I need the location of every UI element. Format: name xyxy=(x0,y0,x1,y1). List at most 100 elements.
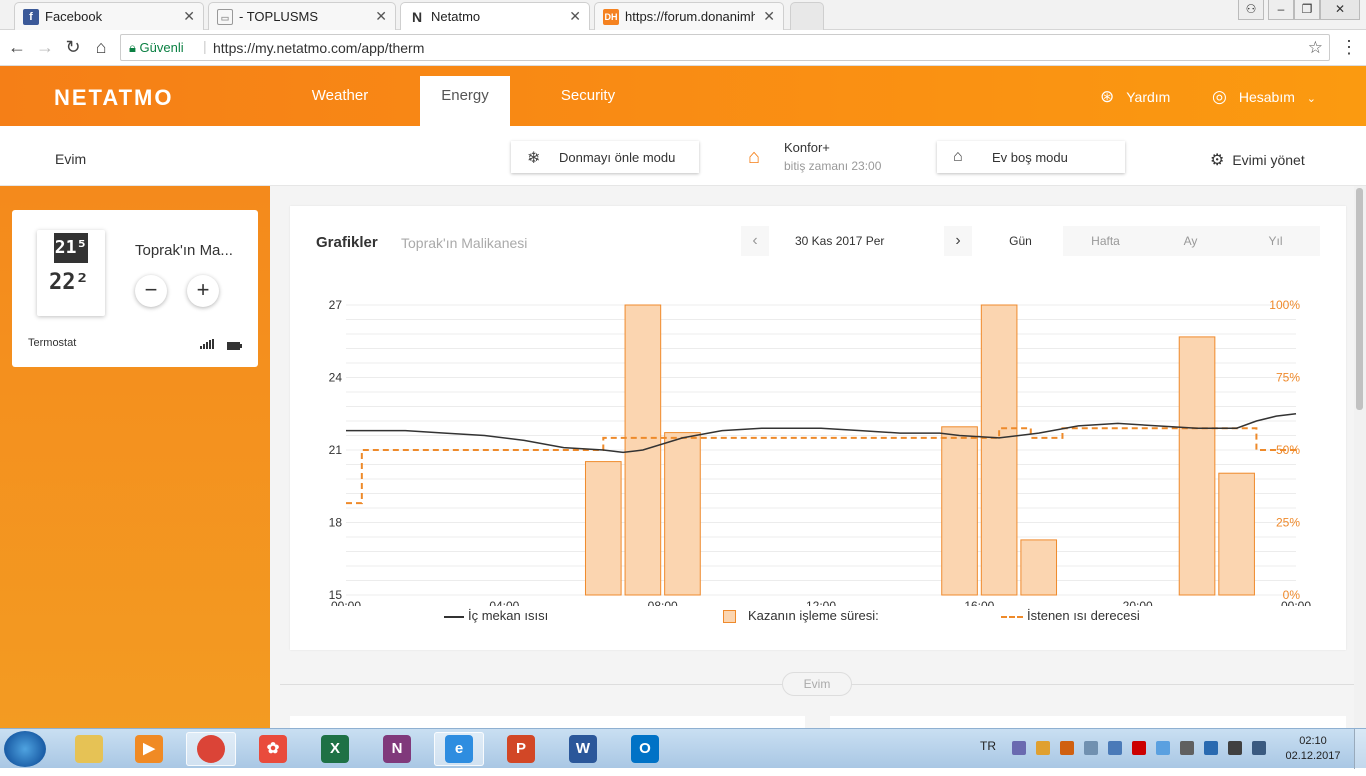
browser-tab-netatmo[interactable]: N Netatmo ✕ xyxy=(400,2,590,31)
new-tab-button[interactable] xyxy=(790,2,824,30)
restore-button[interactable]: ❐ xyxy=(1294,0,1320,20)
range-week[interactable]: Hafta xyxy=(1063,226,1148,256)
y2-axis-tick-label: 75% xyxy=(1276,371,1300,385)
secure-label: Güvenli xyxy=(139,40,184,55)
onenote-icon[interactable]: N xyxy=(372,732,422,766)
browser-tab-donanimhaber[interactable]: DH https://forum.donanimha ✕ xyxy=(594,2,784,30)
increase-temp-button[interactable]: + xyxy=(187,275,219,307)
close-tab-icon[interactable]: ✕ xyxy=(763,8,775,25)
browser-toolbar: ← → ↻ ⌂ 🔒︎ Güvenli | https://my.netatmo.… xyxy=(0,30,1366,66)
comfort-mode-title[interactable]: Konfor+ xyxy=(784,140,830,155)
media-player-icon[interactable]: ▶ xyxy=(124,732,174,766)
dh-app-icon-glyph: ✿ xyxy=(259,735,287,763)
reload-icon[interactable]: ↻ xyxy=(62,37,84,57)
volume-icon[interactable] xyxy=(1060,741,1074,755)
temperature-chart: 15182124270%25%50%75%100%00:00 04:00 08:00… xyxy=(329,298,1312,606)
comfort-mode-end: bitiş zamanı 23:00 xyxy=(784,159,882,173)
url-text[interactable]: https://my.netatmo.com/app/therm xyxy=(213,40,424,56)
close-tab-icon[interactable]: ✕ xyxy=(183,8,195,25)
setpoint-temp: 21⁵ xyxy=(54,233,88,263)
grid-icon[interactable] xyxy=(1204,741,1218,755)
excel-icon[interactable]: X xyxy=(310,732,360,766)
frost-mode-label: Donmayı önle modu xyxy=(559,150,676,165)
notification-icon[interactable] xyxy=(1036,741,1050,755)
legend-dash-swatch xyxy=(1001,615,1023,618)
x-axis-tick-label: 16:00 xyxy=(964,599,994,606)
ie-icon[interactable]: e xyxy=(434,732,484,766)
powerpoint-icon[interactable]: P xyxy=(496,732,546,766)
profile-icon[interactable]: ⚇ xyxy=(1238,0,1264,20)
network-signal-icon[interactable] xyxy=(1228,741,1242,755)
y2-axis-tick-label: 25% xyxy=(1276,516,1300,530)
account-menu[interactable]: ◎ Hesabım ⌄ xyxy=(1212,87,1316,107)
address-bar[interactable]: 🔒︎ Güvenli | https://my.netatmo.com/app/… xyxy=(120,34,1330,61)
start-button[interactable] xyxy=(4,731,46,767)
explorer-icon[interactable] xyxy=(64,732,114,766)
y-axis-tick-label: 21 xyxy=(329,443,343,457)
y-axis-tick-label: 18 xyxy=(329,516,343,530)
thermostat-card[interactable]: 21⁵ 22² Toprak'ın Ma... − + Termostat xyxy=(12,210,258,367)
speaker-icon[interactable] xyxy=(1084,741,1098,755)
monitor-icon[interactable] xyxy=(1180,741,1194,755)
range-month[interactable]: Ay xyxy=(1148,226,1233,256)
range-day[interactable]: Gün xyxy=(978,226,1063,256)
bookmark-star-icon[interactable]: ☆ xyxy=(1308,38,1323,58)
previous-day-button[interactable]: ‹ xyxy=(741,226,769,256)
cloud-icon[interactable] xyxy=(1156,741,1170,755)
tab-weather[interactable]: Weather xyxy=(295,76,385,126)
tab-energy[interactable]: Energy xyxy=(420,76,510,126)
netatmo-header: NETATMO Weather Energy Security ⊛ Yardım … xyxy=(0,66,1366,126)
netatmo-logo[interactable]: NETATMO xyxy=(54,85,174,111)
ati-icon[interactable] xyxy=(1132,741,1146,755)
next-card-left xyxy=(290,716,805,728)
word-icon[interactable]: W xyxy=(558,732,608,766)
forward-icon[interactable]: → xyxy=(34,37,56,57)
manage-home-link[interactable]: ⚙ Evimi yönet xyxy=(1210,150,1305,170)
menu-icon[interactable]: ⋮ xyxy=(1338,37,1360,57)
tab-title: Netatmo xyxy=(431,9,481,24)
y-axis-tick-label: 24 xyxy=(329,371,343,385)
minimize-button[interactable]: – xyxy=(1268,0,1294,20)
close-tab-icon[interactable]: ✕ xyxy=(375,8,387,25)
next-day-button[interactable]: › xyxy=(944,226,972,256)
page-scrollbar[interactable] xyxy=(1354,186,1366,728)
range-selector: Gün Hafta Ay Yıl xyxy=(978,226,1320,256)
away-mode-button[interactable]: ⌂ Ev boş modu xyxy=(937,141,1125,173)
home-section-label: Evim xyxy=(782,672,852,696)
close-window-button[interactable]: ✕ xyxy=(1320,0,1360,20)
clock-time: 02:10 xyxy=(1299,735,1327,747)
range-year[interactable]: Yıl xyxy=(1233,226,1318,256)
excel-icon-glyph: X xyxy=(321,735,349,763)
snowflake-icon: ❄ xyxy=(527,150,541,167)
graphs-card: Grafikler Toprak'ın Malikanesi ‹ 30 Kas … xyxy=(290,206,1346,650)
page-icon: ▭ xyxy=(217,9,233,25)
display-icon[interactable] xyxy=(1108,741,1122,755)
home-icon[interactable]: ⌂ xyxy=(90,37,112,57)
back-icon[interactable]: ← xyxy=(6,37,28,57)
outlook-icon[interactable]: O xyxy=(620,732,670,766)
browser-tab-facebook[interactable]: f Facebook ✕ xyxy=(14,2,204,30)
x-axis-tick-label: 00:00 xyxy=(331,599,361,606)
mode-bar: Evim ❄ Donmayı önle modu ⌂ Konfor+ bitiş… xyxy=(0,126,1366,186)
lock-icon: 🔒︎ xyxy=(129,40,136,55)
language-indicator[interactable]: TR xyxy=(980,739,996,753)
boiler-bar xyxy=(1020,539,1058,596)
scrollbar-thumb[interactable] xyxy=(1356,188,1363,410)
onenote-tray-icon[interactable] xyxy=(1012,741,1026,755)
dh-app-icon[interactable]: ✿ xyxy=(248,732,298,766)
frost-guard-mode-button[interactable]: ❄ Donmayı önle modu xyxy=(511,141,699,173)
show-desktop-button[interactable] xyxy=(1354,729,1366,769)
tab-security[interactable]: Security xyxy=(543,76,633,126)
close-tab-icon[interactable]: ✕ xyxy=(569,8,581,25)
help-link[interactable]: ⊛ Yardım xyxy=(1100,87,1170,107)
system-clock[interactable]: 02:10 02.12.2017 xyxy=(1284,734,1342,764)
legend-indoor-label: İç mekan ısısı xyxy=(468,608,549,623)
dh-icon: DH xyxy=(603,9,619,25)
chrome-icon[interactable] xyxy=(186,732,236,766)
browser-tab-toplusms[interactable]: ▭ - TOPLUSMS ✕ xyxy=(208,2,396,30)
graphs-subtitle: Toprak'ın Malikanesi xyxy=(401,235,528,251)
flag-icon[interactable] xyxy=(1252,741,1266,755)
windows-taskbar: ▶ ✿ X Ne P W O TR 02:10 02.12.2017 xyxy=(0,728,1366,769)
tab-title: https://forum.donanimha xyxy=(625,9,755,24)
decrease-temp-button[interactable]: − xyxy=(135,275,167,307)
